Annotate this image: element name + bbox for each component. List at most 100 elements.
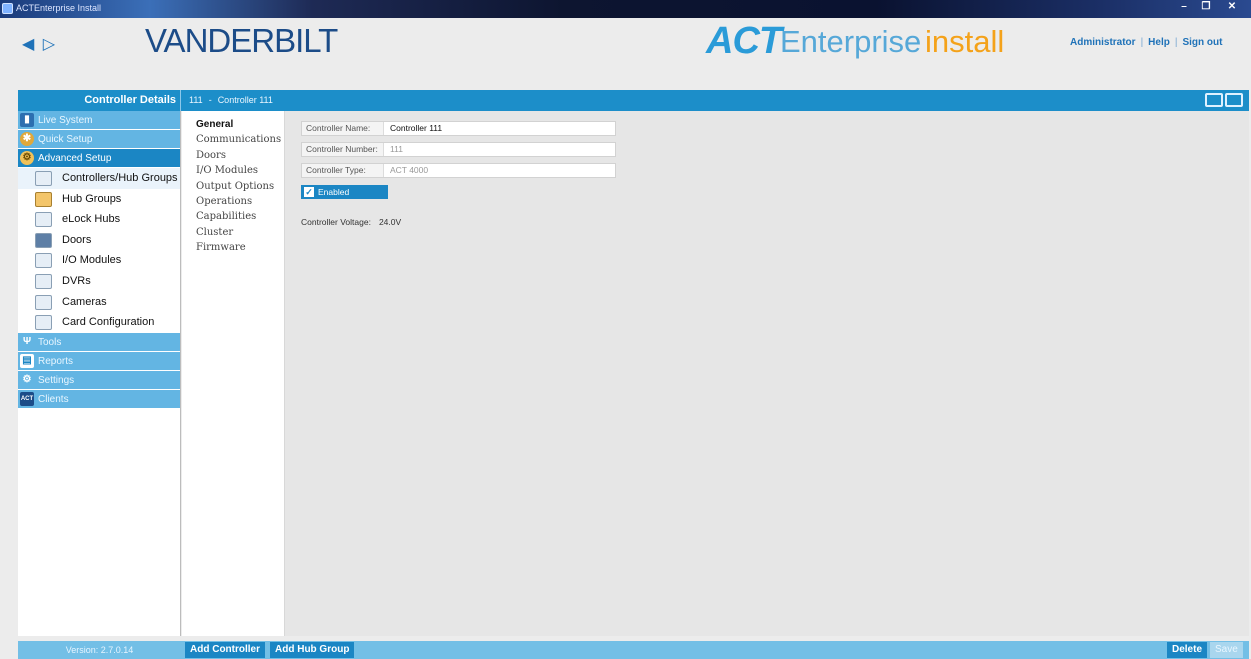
breadcrumb-id: 111 (189, 95, 203, 105)
window-title: ACTEnterprise Install (16, 3, 102, 13)
window-title-bar: ACTEnterprise Install – ❐ ✕ (0, 0, 1251, 18)
sign-out-link[interactable]: Sign out (1182, 37, 1222, 48)
breadcrumb: 111- Controller 111 (189, 90, 273, 111)
add-controller-button[interactable]: Add Controller (185, 642, 265, 658)
sidebar-item-label: Hub Groups (62, 192, 122, 205)
nav-tools[interactable]: Ψ Tools (18, 332, 180, 352)
administrator-link[interactable]: Administrator (1070, 37, 1136, 48)
camera-icon (35, 294, 52, 310)
delete-button[interactable]: Delete (1167, 642, 1208, 658)
breadcrumb-name: Controller 111 (217, 95, 273, 105)
detail-tabs: General Communications Doors I/O Modules… (182, 111, 285, 636)
sidebar-item-dvrs[interactable]: DVRs (18, 271, 180, 292)
sidebar-item-cameras[interactable]: Cameras (18, 292, 180, 313)
add-hub-group-button[interactable]: Add Hub Group (270, 642, 355, 658)
sidebar-item-label: Cameras (62, 295, 107, 308)
controller-name-label: Controller Name: (302, 122, 384, 135)
tab-doors[interactable]: Doors (182, 148, 284, 163)
act-logo: ACT (706, 20, 782, 62)
nav-label: Tools (38, 336, 62, 348)
controller-type-value: ACT 4000 (390, 165, 429, 175)
controller-number-label: Controller Number: (302, 143, 384, 156)
sidebar-item-controllers[interactable]: Controllers/Hub Groups (18, 168, 180, 189)
history-nav: ◀ ▷ (22, 34, 57, 54)
minimize-button[interactable]: – (1173, 0, 1195, 15)
sidebar-item-card-configuration[interactable]: Card Configuration (18, 312, 180, 333)
tools-icon: Ψ (22, 335, 32, 347)
gears-icon: ⚙ (20, 151, 34, 165)
nav-quick-setup[interactable]: ✱ Quick Setup (18, 130, 180, 149)
enabled-label: Enabled (318, 187, 350, 197)
forward-arrow-icon[interactable]: ▷ (43, 36, 57, 53)
app-icon (2, 3, 13, 14)
door-icon (35, 232, 52, 248)
sidebar: ▮ Live System ✱ Quick Setup ⚙ Advanced S… (18, 111, 181, 636)
card-configuration-icon (35, 315, 52, 331)
section-title: Controller Details (18, 90, 181, 111)
controller-voltage-value: 24.0V (378, 217, 402, 227)
record-nav (1205, 93, 1243, 107)
nav-clients[interactable]: ACT Clients (18, 389, 180, 409)
controller-number-value: 111 (390, 144, 403, 154)
sidebar-item-label: Controllers/Hub Groups (62, 172, 178, 184)
printer-icon: ▤ (20, 353, 34, 368)
previous-record-icon[interactable] (1205, 93, 1223, 107)
sidebar-item-label: Card Configuration (62, 316, 155, 329)
controller-voltage-label: Controller Voltage: (301, 217, 371, 227)
install-logo-text: install (925, 24, 1005, 59)
link-divider: | (1140, 37, 1144, 48)
nav-advanced-setup[interactable]: ⚙ Advanced Setup (18, 149, 180, 168)
version-label: Version: 2.7.0.14 (65, 645, 134, 655)
controller-voltage: Controller Voltage: 24.0V (301, 217, 401, 227)
elock-hub-icon (35, 212, 52, 228)
window-controls: – ❐ ✕ (1173, 0, 1247, 15)
close-button[interactable]: ✕ (1217, 0, 1247, 15)
nav-label: Clients (38, 393, 69, 405)
act-clients-icon: ACT (20, 391, 34, 406)
nav-reports[interactable]: ▤ Reports (18, 351, 180, 371)
tab-communications[interactable]: Communications (182, 132, 284, 147)
link-divider: | (1174, 37, 1178, 48)
sidebar-item-elock-hubs[interactable]: eLock Hubs (18, 209, 180, 230)
sidebar-item-label: I/O Modules (62, 254, 122, 267)
tab-io-modules[interactable]: I/O Modules (182, 163, 284, 178)
top-links: Administrator | Help | Sign out (1070, 37, 1222, 48)
dvr-icon (35, 273, 52, 289)
back-arrow-icon[interactable]: ◀ (22, 36, 36, 53)
tab-capabilities[interactable]: Capabilities (182, 209, 284, 224)
tab-output-options[interactable]: Output Options (182, 179, 284, 194)
nav-label: Reports (38, 355, 74, 367)
next-record-icon[interactable] (1225, 93, 1243, 107)
controller-icon (35, 171, 52, 186)
save-button[interactable]: Save (1210, 642, 1243, 658)
sidebar-item-label: eLock Hubs (62, 213, 121, 226)
sidebar-item-label: Doors (62, 233, 92, 246)
checkmark-icon: ✓ (304, 187, 314, 197)
gear-icon: ✱ (20, 132, 34, 146)
hub-group-icon (35, 191, 52, 207)
tab-operations[interactable]: Operations (182, 194, 284, 209)
breadcrumb-separator: - (208, 95, 212, 105)
footer-bar: Version: 2.7.0.14 Add Controller Add Hub… (18, 641, 1249, 659)
nav-label: Settings (38, 374, 75, 386)
tab-general[interactable]: General (182, 117, 284, 132)
help-link[interactable]: Help (1148, 37, 1170, 48)
controller-name-field[interactable]: Controller Name: Controller 111 (301, 121, 616, 136)
sidebar-item-hub-groups[interactable]: Hub Groups (18, 189, 180, 210)
controller-type-field: Controller Type: ACT 4000 (301, 163, 616, 178)
sidebar-item-doors[interactable]: Doors (18, 230, 180, 251)
controller-name-input[interactable]: Controller 111 (384, 122, 442, 135)
enabled-checkbox[interactable]: ✓ Enabled (301, 185, 388, 199)
sidebar-item-io-modules[interactable]: I/O Modules (18, 250, 180, 271)
live-system-icon: ▮ (20, 113, 34, 127)
restore-button[interactable]: ❐ (1195, 0, 1217, 15)
sidebar-item-label: DVRs (62, 274, 91, 287)
tab-firmware[interactable]: Firmware (182, 240, 284, 255)
controller-type-label: Controller Type: (302, 164, 384, 177)
nav-settings[interactable]: ⚙ Settings (18, 370, 180, 390)
tab-cluster[interactable]: Cluster (182, 225, 284, 240)
nav-label: Live System (38, 115, 93, 126)
settings-icon: ⚙ (22, 373, 32, 385)
nav-live-system[interactable]: ▮ Live System (18, 111, 180, 130)
section-title-bar: Controller Details 111- Controller 111 (18, 90, 1249, 111)
